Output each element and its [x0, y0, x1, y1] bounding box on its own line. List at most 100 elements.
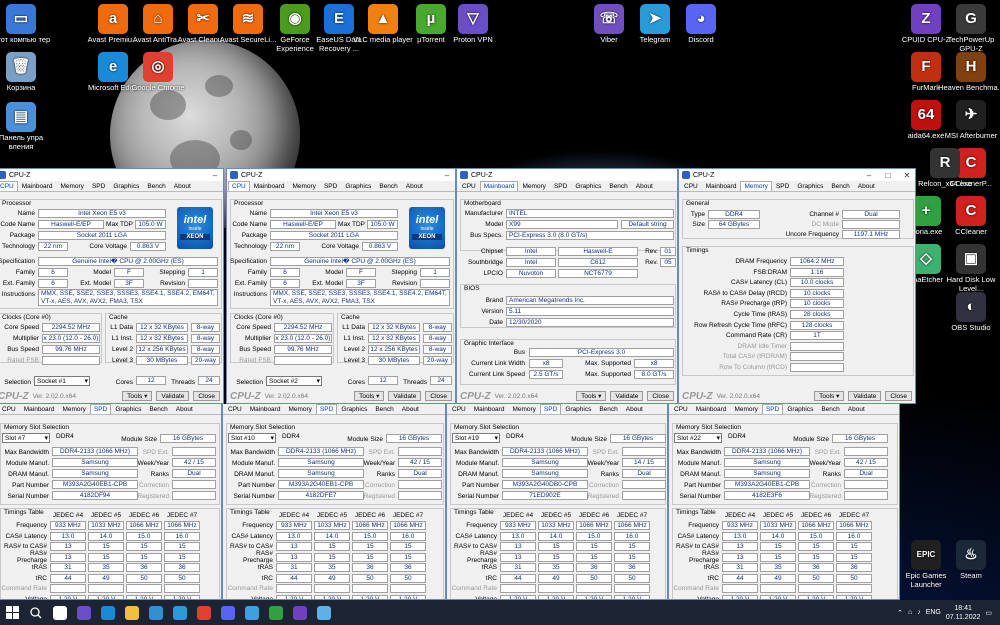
title-bar[interactable]: CPU-Z – [227, 169, 455, 181]
slot-select[interactable]: Slot #10 [228, 433, 276, 443]
tab-about[interactable]: About [402, 181, 427, 191]
cpuz-cpu-window-1[interactable]: CPU-Z – CPU Mainboard Memory SPD Graphics Bench… [0, 168, 224, 404]
tab-memory[interactable]: Memory [518, 181, 549, 191]
tab-memory[interactable]: Memory [58, 404, 89, 414]
taskbar-app-button[interactable] [216, 600, 240, 625]
language-indicator[interactable]: ENG [926, 609, 941, 616]
tab-about[interactable]: About [844, 404, 869, 414]
slot-select[interactable]: Slot #7 [2, 433, 50, 443]
validate-button[interactable]: Validate [848, 391, 882, 401]
volume-icon[interactable]: ♪ [917, 609, 921, 616]
tab-memory[interactable]: Memory [740, 181, 772, 191]
taskbar-app-button[interactable] [48, 600, 72, 625]
validate-button[interactable]: Validate [610, 391, 644, 401]
tab-bench[interactable]: Bench [143, 181, 169, 191]
tab-spd[interactable]: SPD [761, 404, 784, 414]
desktop-shortcut[interactable]: ▣ Hard Disk Low Level... [938, 244, 1000, 293]
tab-memory[interactable]: Memory [508, 404, 539, 414]
tab-graphics[interactable]: Graphics [571, 181, 605, 191]
desktop-shortcut[interactable]: ◐ OBS Studio [938, 292, 1000, 333]
title-bar[interactable]: CPU-Z – □ ✕ [679, 169, 915, 181]
desktop-shortcut[interactable]: R Relcon_x64.exe [912, 148, 978, 189]
taskbar-app-button[interactable] [312, 600, 336, 625]
taskbar-app-button[interactable] [72, 600, 96, 625]
tab-about[interactable]: About [172, 404, 197, 414]
taskbar-app-button[interactable] [264, 600, 288, 625]
tab-graphics[interactable]: Graphics [793, 181, 827, 191]
close-icon[interactable]: ✕ [899, 171, 915, 180]
tab-bench[interactable]: Bench [145, 404, 171, 414]
tab-cpu[interactable]: CPU [228, 181, 250, 191]
cpuz-spd-window[interactable]: CPU Mainboard Memory SPD Graphics Bench About M… [222, 404, 446, 600]
desktop-shortcut[interactable]: G TechPowerUp GPU-Z [938, 4, 1000, 53]
tab-mainboard[interactable]: Mainboard [702, 181, 741, 191]
minimize-icon[interactable]: – [439, 171, 455, 180]
tab-memory[interactable]: Memory [288, 181, 319, 191]
desktop-shortcut[interactable]: ▤ Панель упра вления [0, 102, 54, 151]
tab-bench[interactable]: Bench [605, 181, 631, 191]
tab-about[interactable]: About [622, 404, 647, 414]
tab-about[interactable]: About [398, 404, 423, 414]
tools-button[interactable]: Tools ▾ [122, 391, 153, 401]
cpuz-mainboard-window[interactable]: CPU-Z CPU Mainboard Memory SPD Graphics Bench… [456, 168, 678, 404]
maximize-icon[interactable]: □ [880, 171, 896, 180]
desktop-shortcut[interactable]: H Heaven Benchma... [938, 52, 1000, 93]
tab-graphics[interactable]: Graphics [109, 181, 143, 191]
tab-about[interactable]: About [170, 181, 195, 191]
taskbar-app-button[interactable] [144, 600, 168, 625]
desktop-shortcut[interactable]: ◎ Google Chrome [125, 52, 191, 93]
taskbar-app-button[interactable] [168, 600, 192, 625]
notifications-icon[interactable]: ▭ [985, 609, 992, 617]
tab-cpu[interactable]: CPU [224, 404, 246, 414]
tab-graphics[interactable]: Graphics [341, 181, 375, 191]
close-button[interactable]: Close [425, 391, 452, 401]
tab-graphics[interactable]: Graphics [561, 404, 595, 414]
validate-button[interactable]: Validate [388, 391, 422, 401]
close-button[interactable]: Close [193, 391, 220, 401]
tab-mainboard[interactable]: Mainboard [250, 181, 289, 191]
cpuz-spd-window[interactable]: CPU Mainboard Memory SPD Graphics Bench About M… [668, 404, 900, 600]
tab-graphics[interactable]: Graphics [111, 404, 145, 414]
socket-select[interactable]: Socket #2 [266, 376, 322, 386]
slot-select[interactable]: Slot #19 [452, 433, 500, 443]
clock[interactable]: 18:41 07.11.2022 [946, 604, 981, 622]
cpuz-memory-window[interactable]: CPU-Z – □ ✕ CPU Mainboard Memory SPD Graphics Be… [678, 168, 916, 404]
tab-mainboard[interactable]: Mainboard [246, 404, 285, 414]
tab-memory[interactable]: Memory [730, 404, 761, 414]
tab-about[interactable]: About [854, 181, 879, 191]
taskbar-app-button[interactable] [288, 600, 312, 625]
tab-about[interactable]: About [632, 181, 657, 191]
tab-spd[interactable]: SPD [89, 404, 112, 414]
taskbar-app-button[interactable] [96, 600, 120, 625]
taskbar-app-button[interactable] [240, 600, 264, 625]
cpuz-cpu-window-2[interactable]: CPU-Z – CPU Mainboard Memory SPD Graphics Bench… [226, 168, 456, 404]
tab-memory[interactable]: Memory [56, 181, 87, 191]
tab-bench[interactable]: Bench [817, 404, 843, 414]
tab-bench[interactable]: Bench [375, 181, 401, 191]
tools-button[interactable]: Tools ▾ [814, 391, 845, 401]
tab-bench[interactable]: Bench [371, 404, 397, 414]
start-button[interactable] [0, 600, 24, 625]
desktop-shortcut[interactable]: ♨ Steam [938, 540, 1000, 581]
tab-graphics[interactable]: Graphics [337, 404, 371, 414]
title-bar[interactable]: CPU-Z [457, 169, 677, 181]
tab-spd[interactable]: SPD [772, 181, 793, 191]
tab-spd[interactable]: SPD [88, 181, 109, 191]
taskbar-app-button[interactable] [192, 600, 216, 625]
tab-cpu[interactable]: CPU [448, 404, 470, 414]
tray-chevron-icon[interactable]: ⌃ [897, 609, 903, 617]
tab-spd[interactable]: SPD [550, 181, 571, 191]
tab-spd[interactable]: SPD [315, 404, 338, 414]
search-button[interactable] [24, 600, 48, 625]
network-icon[interactable]: ⌂ [908, 609, 912, 616]
desktop-shortcut[interactable]: ◕ Discord [668, 4, 734, 45]
tab-bench[interactable]: Bench [827, 181, 853, 191]
minimize-icon[interactable]: – [207, 171, 223, 180]
slot-select[interactable]: Slot #22 [674, 433, 722, 443]
tab-cpu[interactable]: CPU [458, 181, 480, 191]
desktop-shortcut[interactable]: ▭Этот компью тер [0, 4, 54, 45]
tab-spd[interactable]: SPD [320, 181, 341, 191]
tab-mainboard[interactable]: Mainboard [470, 404, 509, 414]
desktop-shortcut[interactable]: C CCleaner [938, 196, 1000, 237]
tab-mainboard[interactable]: Mainboard [692, 404, 731, 414]
